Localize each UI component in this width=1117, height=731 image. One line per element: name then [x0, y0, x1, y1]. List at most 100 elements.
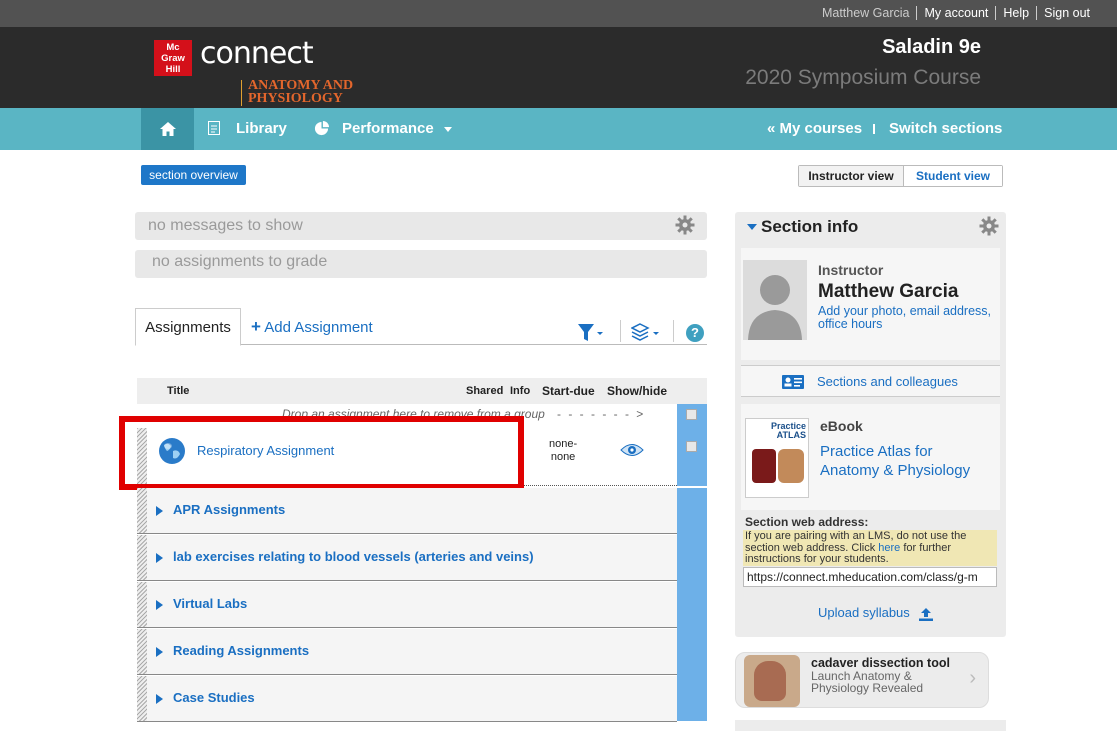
web-address-field[interactable]: https://connect.mheducation.com/class/g-…: [743, 567, 997, 587]
plus-icon: +: [251, 317, 261, 336]
group-row[interactable]: APR Assignments: [137, 488, 677, 534]
col-start-due: Start-due: [542, 384, 595, 398]
instructor-label: Instructor: [818, 262, 884, 278]
pie-chart-icon: [314, 121, 329, 136]
home-icon: [160, 122, 176, 136]
group-label: lab exercises relating to blood vessels …: [173, 549, 534, 564]
logo-divider: [241, 80, 242, 106]
user-name: Matthew Garcia: [821, 6, 910, 20]
home-tab[interactable]: [141, 108, 194, 150]
group-row[interactable]: lab exercises relating to blood vessels …: [137, 535, 677, 581]
expand-triangle-icon[interactable]: [156, 694, 163, 704]
drag-handle[interactable]: [137, 629, 147, 674]
heart-image: [752, 449, 776, 483]
add-assignment-label: Add Assignment: [264, 319, 373, 336]
upload-syllabus-link[interactable]: Upload syllabus: [818, 605, 934, 621]
lms-note: If you are pairing with an LMS, do not u…: [743, 530, 997, 566]
sign-out-link[interactable]: Sign out: [1036, 6, 1097, 20]
nav-performance-label: Performance: [342, 120, 434, 137]
ebook-card: Practice ATLAS eBook Practice Atlas for …: [741, 404, 1000, 510]
web-address-label: Section web address:: [745, 515, 869, 529]
gear-icon[interactable]: [979, 216, 999, 236]
group-side-column: [677, 488, 707, 721]
layers-icon[interactable]: [631, 323, 661, 343]
my-courses-link[interactable]: « My courses: [767, 108, 862, 150]
cadaver-subtitle: Launch Anatomy & Physiology Revealed: [811, 669, 924, 695]
assignment-start-due: none- none: [549, 438, 578, 463]
heart-image: [778, 449, 804, 483]
chevron-down-icon: [443, 126, 452, 132]
col-info: Info: [510, 385, 531, 397]
group-label: Reading Assignments: [173, 643, 310, 658]
group-label: Case Studies: [173, 690, 255, 705]
grade-bar: no assignments to grade: [135, 250, 707, 278]
nav-performance[interactable]: Performance: [314, 108, 452, 150]
eye-icon[interactable]: [620, 442, 644, 458]
sections-colleagues-row[interactable]: Sections and colleagues: [741, 365, 1000, 397]
add-assignment-button[interactable]: + Add Assignment: [251, 317, 373, 337]
filter-icon[interactable]: [578, 323, 604, 343]
section-info-title: Section info: [761, 217, 859, 236]
nav-library[interactable]: Library: [208, 108, 287, 150]
student-view-button[interactable]: Student view: [904, 166, 1002, 186]
toolbar-divider: [673, 320, 674, 342]
section-overview-button[interactable]: section overview: [141, 165, 246, 185]
grade-text: no assignments to grade: [152, 253, 328, 270]
ebook-cover-title: Practice ATLAS: [770, 421, 806, 440]
edit-profile-link[interactable]: Add your photo, email address, office ho…: [818, 305, 1003, 331]
expand-triangle-icon[interactable]: [156, 647, 163, 657]
lms-note-link[interactable]: here: [878, 542, 900, 554]
group-row[interactable]: Virtual Labs: [137, 582, 677, 628]
toolbar-divider: [620, 320, 621, 342]
help-link[interactable]: Help: [995, 6, 1036, 20]
instructor-card: Instructor Matthew Garcia Add your photo…: [741, 248, 1000, 360]
help-icon[interactable]: ?: [686, 324, 704, 342]
connect-logo: connect: [200, 36, 314, 71]
drop-zone-side: [677, 404, 707, 428]
id-card-icon: [782, 375, 804, 389]
ebook-cover[interactable]: Practice ATLAS: [745, 418, 809, 498]
highlight-box: [119, 416, 524, 490]
col-shared: Shared: [466, 385, 504, 397]
course-subtitle: 2020 Symposium Course: [745, 66, 981, 89]
nav-library-label: Library: [236, 120, 287, 137]
ebook-title-link[interactable]: Practice Atlas for Anatomy & Physiology: [820, 442, 995, 480]
drop-arrow: - - - - - - - >: [557, 407, 646, 421]
panel-bottom: [735, 720, 1006, 731]
document-icon: [208, 121, 220, 135]
group-row[interactable]: Case Studies: [137, 676, 677, 722]
expand-triangle-icon[interactable]: [156, 506, 163, 516]
cadaver-dissection-tool[interactable]: cadaver dissection tool Launch Anatomy &…: [735, 652, 989, 708]
drag-handle[interactable]: [137, 582, 147, 627]
expand-triangle-icon[interactable]: [156, 600, 163, 610]
cadaver-title: cadaver dissection tool: [811, 656, 950, 670]
chevron-right-icon: ›: [969, 667, 976, 689]
col-title: Title: [167, 385, 190, 397]
group-row[interactable]: Reading Assignments: [137, 629, 677, 675]
col-show-hide: Show/hide: [607, 384, 667, 398]
mcgraw-hill-logo: Mc Graw Hill: [154, 40, 192, 76]
checkbox[interactable]: [686, 409, 697, 420]
drag-handle[interactable]: [137, 488, 147, 533]
nav-divider: [873, 124, 875, 134]
section-info-panel: Section info Instructor Matthew Garcia A…: [735, 212, 1006, 637]
avatar[interactable]: [743, 260, 807, 340]
messages-bar: no messages to show: [135, 212, 707, 240]
utility-bar: Matthew Garcia My account Help Sign out: [0, 0, 1117, 27]
switch-sections-link[interactable]: Switch sections: [889, 108, 1002, 150]
upload-syllabus-label: Upload syllabus: [818, 605, 910, 620]
assignment-row-side: [677, 428, 707, 486]
my-account-link[interactable]: My account: [916, 6, 995, 20]
logo-text: Mc Graw Hill: [161, 42, 185, 75]
instructor-view-button[interactable]: Instructor view: [799, 166, 904, 186]
tab-assignments[interactable]: Assignments: [135, 308, 241, 346]
expand-triangle-icon[interactable]: [156, 553, 163, 563]
sections-colleagues-link: Sections and colleagues: [817, 374, 958, 389]
checkbox[interactable]: [686, 441, 697, 452]
drag-handle[interactable]: [137, 676, 147, 721]
collapse-triangle-icon[interactable]: [747, 224, 757, 230]
drag-handle[interactable]: [137, 535, 147, 580]
ebook-label: eBook: [820, 418, 863, 434]
gear-icon[interactable]: [675, 215, 695, 235]
group-label: APR Assignments: [173, 502, 286, 517]
